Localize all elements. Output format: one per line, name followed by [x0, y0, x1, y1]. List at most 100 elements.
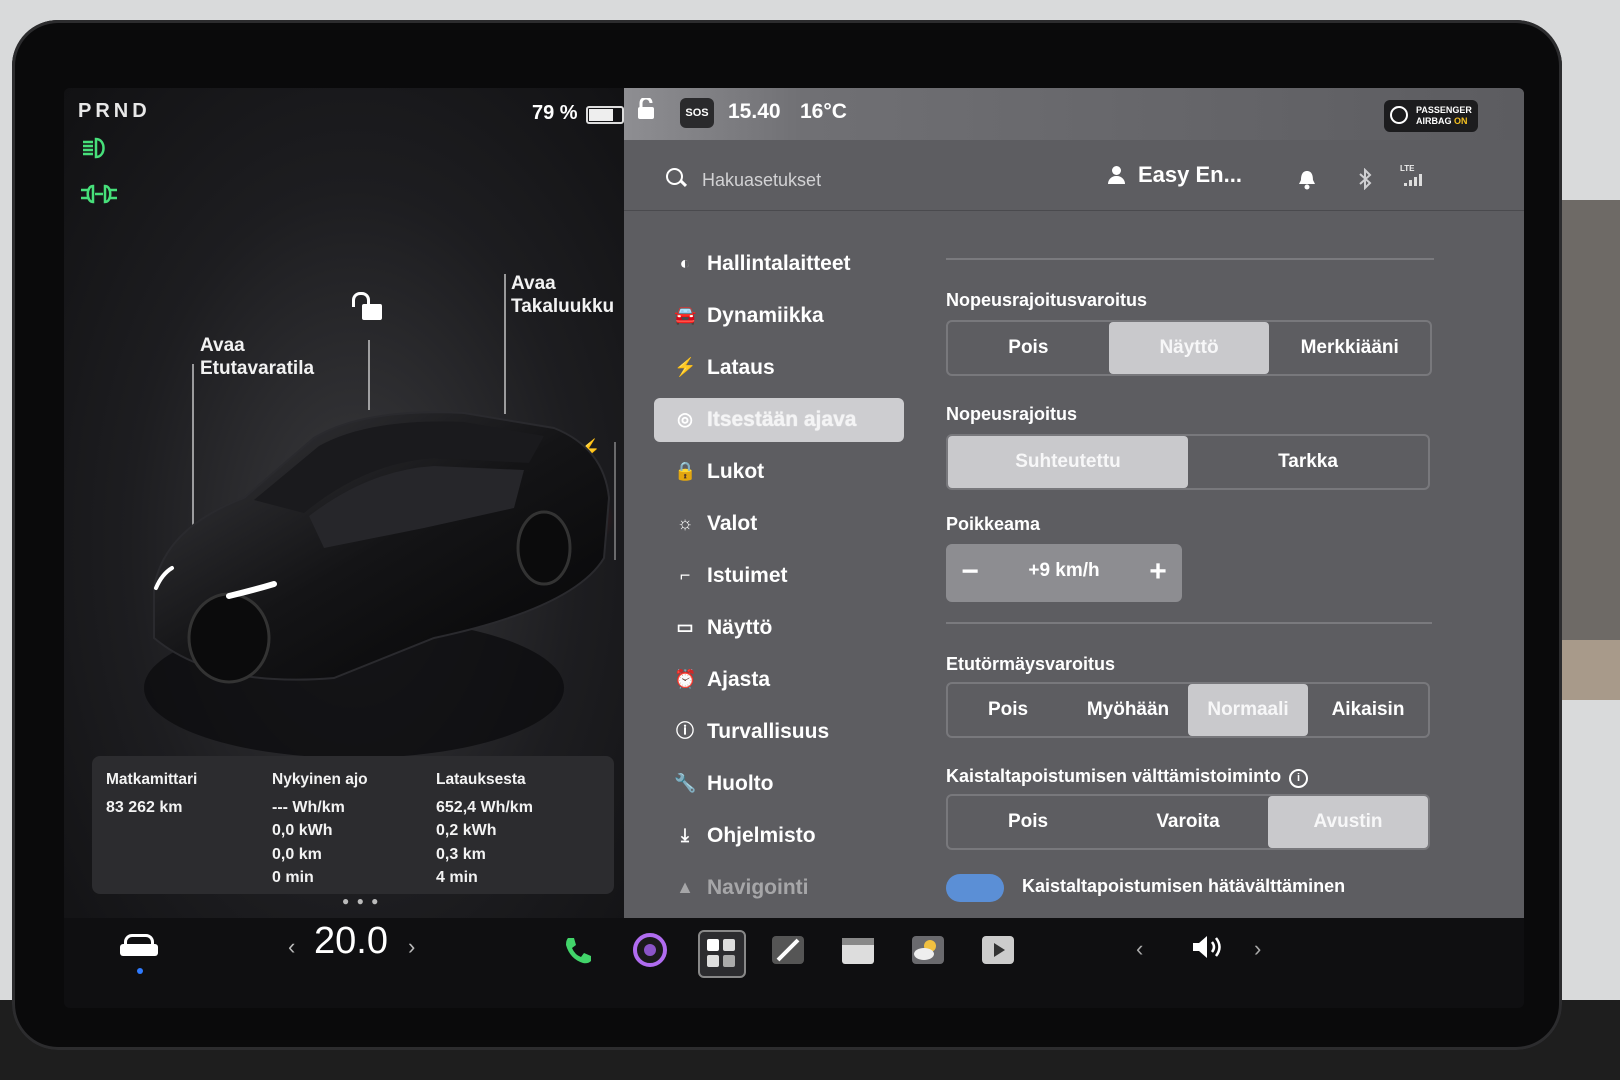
toggle-icon: ◐ [679, 253, 691, 273]
media-next-button[interactable]: › [1254, 936, 1261, 962]
forward-collision-option[interactable]: Pois [948, 684, 1068, 736]
unlock-icon[interactable] [352, 292, 382, 320]
bolt-icon: ⚡ [674, 357, 697, 377]
nav-item-2[interactable]: ⚡ Lataus [654, 342, 904, 394]
lane-departure-option[interactable]: Varoita [1108, 796, 1268, 848]
cabin-temperature[interactable]: 20.0 [314, 920, 388, 962]
wrench-icon: 🔧 [674, 773, 697, 793]
nav-item-4[interactable]: 🔒 Lukot [654, 446, 904, 498]
car-controls-icon[interactable] [120, 934, 160, 958]
lte-signal-icon: LTE [1400, 164, 1422, 186]
battery-percent: 79 % [532, 102, 578, 124]
card-pager-dots[interactable]: ● ● ● [342, 894, 380, 908]
nav-item-label: Valot [707, 512, 758, 535]
offset-decrease-button[interactable]: − [952, 552, 988, 592]
nav-item-label: Ohjelmisto [707, 824, 816, 847]
car-model-3d [144, 411, 614, 758]
gear-indicator: PRND [78, 100, 151, 122]
open-trunk-button[interactable]: Avaa Takaluukku [511, 272, 614, 318]
phone-icon[interactable] [558, 930, 598, 970]
settings-search-input[interactable] [700, 164, 1004, 196]
nav-item-0[interactable]: ◐ Hallintalaitteet [654, 238, 904, 290]
nav-item-7[interactable]: ▭ Näyttö [654, 602, 904, 654]
lane-departure-option[interactable]: Avustin [1268, 796, 1428, 848]
info-circle-icon: ⓘ [676, 721, 694, 741]
lane-departure-option[interactable]: Pois [948, 796, 1108, 848]
since-charge-column: Latauksesta 652,4 Wh/km 0,2 kWh 0,3 km 4… [436, 768, 533, 890]
current-trip-energy: 0,0 kWh [272, 822, 333, 839]
lte-label: LTE [1400, 164, 1415, 173]
current-trip-header: Nykyinen ajo [272, 771, 368, 788]
nav-item-6[interactable]: ⌐ Istuimet [654, 550, 904, 602]
speed-limit-option[interactable]: Suhteutettu [948, 436, 1188, 488]
search-icon[interactable] [666, 168, 683, 185]
offset-stepper: − +9 km/h + [946, 544, 1182, 602]
speed-limit-warning-selector: Pois Näyttö Merkkiääni [946, 320, 1432, 376]
since-charge-duration: 4 min [436, 869, 478, 886]
bell-icon[interactable] [1298, 170, 1316, 195]
odometer-header: Matkamittari [106, 771, 198, 788]
nav-item-10[interactable]: 🔧 Huolto [654, 758, 904, 810]
sun-icon: ☼ [676, 513, 694, 533]
forward-collision-option[interactable]: Normaali [1188, 684, 1308, 736]
weather-icon[interactable] [908, 930, 948, 970]
forward-collision-option[interactable]: Myöhään [1068, 684, 1188, 736]
bluetooth-icon[interactable] [1358, 167, 1372, 196]
open-frunk-button[interactable]: Avaa Etutavaratila [200, 334, 314, 380]
navigation-arrow-icon: ▲ [676, 877, 694, 897]
display-bezel: PRND 79 % Avaa Etutavaratila Avaa Takalu… [12, 20, 1562, 1050]
airbag-label-2: AIRBAG [1416, 116, 1452, 126]
camera-icon[interactable] [630, 930, 670, 970]
bottom-dock: ‹ 20.0 › ‹ › [64, 918, 1524, 1008]
volume-icon[interactable] [1190, 932, 1228, 969]
offset-value: +9 km/h [1028, 560, 1100, 581]
nav-item-9[interactable]: ⓘ Turvallisuus [654, 706, 904, 758]
airbag-icon [1390, 106, 1408, 124]
forward-collision-option[interactable]: Aikaisin [1308, 684, 1428, 736]
nav-item-12[interactable]: ▲ Navigointi [654, 862, 904, 914]
current-trip-efficiency: --- Wh/km [272, 798, 345, 816]
since-charge-distance: 0,3 km [436, 845, 486, 863]
low-beam-icon [80, 136, 114, 159]
passenger-airbag-status: PASSENGER AIRBAG ON [1384, 100, 1478, 132]
media-player-icon[interactable] [978, 930, 1018, 970]
nav-item-1[interactable]: 🚘 Dynamiikka [654, 290, 904, 342]
speed-limit-selector: Suhteutettu Tarkka [946, 434, 1430, 490]
steering-wheel-icon: ◎ [677, 409, 693, 429]
lane-departure-title: Kaistaltapoistumisen välttämistoiminto i [946, 766, 1309, 788]
nav-item-label: Näyttö [707, 616, 773, 639]
car-icon: 🚘 [674, 305, 697, 325]
lane-departure-selector: Pois Varoita Avustin [946, 794, 1430, 850]
nav-item-3[interactable]: ◎ Itsestään ajava [654, 398, 904, 442]
display-icon: ▭ [676, 617, 694, 637]
navigation-app-icon[interactable] [768, 930, 808, 970]
speed-limit-option[interactable]: Tarkka [1188, 436, 1428, 488]
emergency-lane-toggle[interactable] [946, 874, 1004, 902]
nav-item-8[interactable]: ⏰ Ajasta [654, 654, 904, 706]
speed-limit-warning-option[interactable]: Pois [948, 322, 1109, 374]
speed-limit-warning-option[interactable]: Näyttö [1108, 322, 1270, 374]
temp-decrease-button[interactable]: ‹ [288, 934, 295, 960]
trip-info-card: Matkamittari 83 262 km Nykyinen ajo --- … [92, 756, 614, 894]
cabin-temperature-control: ‹ 20.0 › [288, 920, 415, 963]
active-indicator-dot [137, 968, 143, 974]
forward-collision-title: Etutörmäysvaroitus [946, 654, 1116, 674]
nav-item-11[interactable]: ⤓ Ohjelmisto [654, 810, 904, 862]
nav-item-5[interactable]: ☼ Valot [654, 498, 904, 550]
temp-increase-button[interactable]: › [408, 934, 415, 960]
forward-collision-selector: Pois Myöhään Normaali Aikaisin [946, 682, 1430, 738]
settings-nav: ◐ Hallintalaitteet 🚘 Dynamiikka ⚡ Lataus ◎ Itse… [654, 238, 904, 914]
calendar-icon[interactable] [838, 930, 878, 970]
media-prev-button[interactable]: ‹ [1136, 936, 1143, 962]
nav-item-label: Istuimet [707, 564, 788, 587]
info-icon[interactable]: i [1289, 769, 1309, 788]
speed-limit-warning-title: Nopeusrajoitusvaroitus [946, 290, 1148, 310]
odometer-column: Matkamittari 83 262 km [106, 768, 197, 819]
speed-limit-warning-option[interactable]: Merkkiääni [1269, 322, 1430, 374]
nav-item-label: Hallintalaitteet [707, 252, 851, 275]
sos-button[interactable]: SOS [680, 98, 714, 128]
car-panel: PRND 79 % Avaa Etutavaratila Avaa Takalu… [64, 88, 644, 918]
driver-profile-button[interactable]: Easy En... [1108, 162, 1242, 188]
app-launcher-icon[interactable] [698, 930, 746, 978]
offset-increase-button[interactable]: + [1140, 552, 1176, 592]
